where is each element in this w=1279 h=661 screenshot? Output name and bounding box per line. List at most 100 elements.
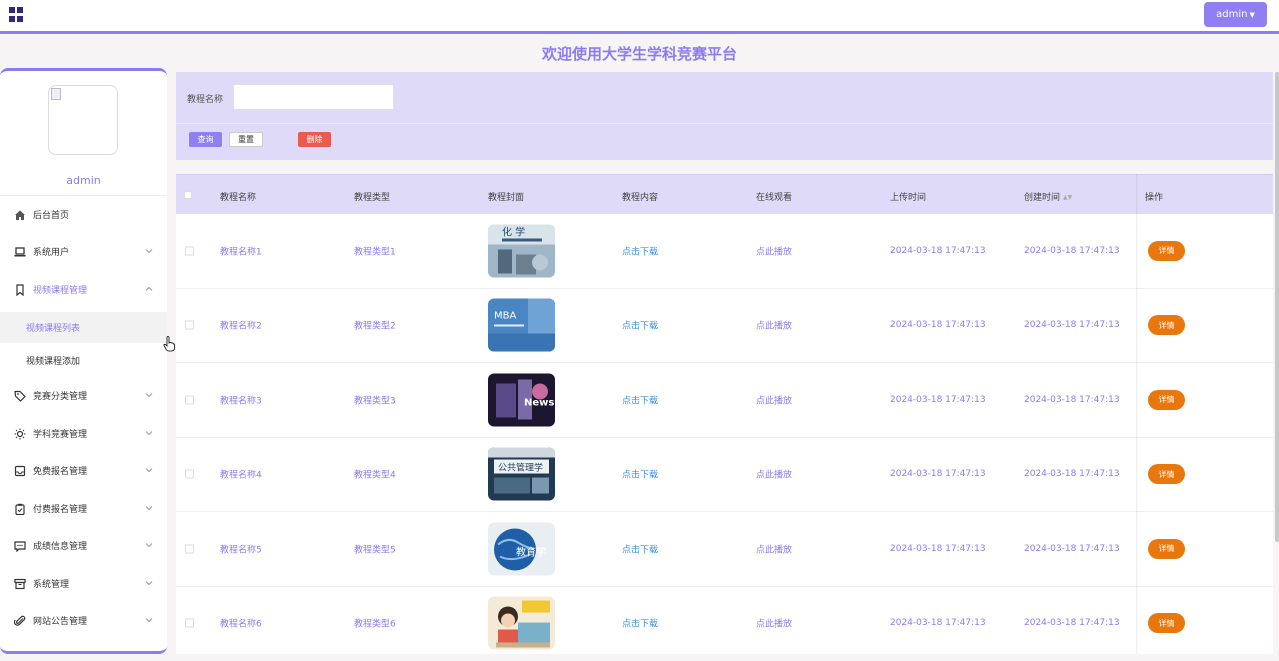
detail-button[interactable]: 详情 [1148, 315, 1185, 336]
cell-create-time: 2024-03-18 17:47:13 [1024, 469, 1120, 480]
header-tutorial-content: 教程内容 [622, 193, 659, 203]
online-class-cover[interactable] [488, 596, 555, 650]
play-link[interactable]: 点此播放 [756, 542, 792, 555]
public-management-cover[interactable]: 公共管理学 [488, 447, 555, 501]
detail-button[interactable]: 详情 [1148, 538, 1185, 559]
sidebar-item-label: 系统管理 [33, 580, 70, 590]
reset-button[interactable]: 重置 [229, 132, 263, 147]
cell-name: 教程名称4 [220, 470, 262, 481]
search-panel: 教程名称 查询 重置 删除 [176, 72, 1273, 160]
download-link[interactable]: 点击下载 [622, 468, 658, 481]
table-row: 教程名称1 教程类型1 化 学 点击下载 点此播放 2024-03-18 17:… [176, 214, 1273, 289]
user-menu-button[interactable]: admin ▼ [1204, 2, 1267, 27]
cell-upload-time: 2024-03-18 17:47:13 [890, 469, 986, 480]
cell-upload-time: 2024-03-18 17:47:13 [890, 394, 986, 405]
sidebar-item-label: 视频课程管理 [33, 286, 88, 296]
cell-type: 教程类型4 [354, 470, 396, 481]
avatar [48, 85, 118, 155]
detail-button[interactable]: 详情 [1148, 240, 1185, 261]
search-divider [176, 123, 1273, 124]
chevron-down-icon [145, 431, 153, 436]
tag-icon [14, 390, 26, 402]
download-link[interactable]: 点击下载 [622, 393, 658, 406]
sidebar-item-subject-competitions[interactable]: 学科竞赛管理 [0, 415, 167, 452]
sidebar-item-competition-categories[interactable]: 竞赛分类管理 [0, 377, 167, 414]
detail-button[interactable]: 详情 [1148, 389, 1185, 410]
cell-create-time: 2024-03-18 17:47:13 [1024, 618, 1120, 629]
download-link[interactable]: 点击下载 [622, 542, 658, 555]
download-link[interactable]: 点击下载 [622, 617, 658, 630]
play-link[interactable]: 点此播放 [756, 244, 792, 257]
cell-type: 教程类型3 [354, 396, 396, 407]
chevron-down-icon [145, 543, 153, 548]
news-cover[interactable]: News [488, 373, 555, 427]
chevron-down-icon: ▼ [1249, 10, 1255, 19]
sidebar-item-paid-registration[interactable]: 付费报名管理 [0, 490, 167, 527]
query-button[interactable]: 查询 [189, 132, 222, 147]
sidebar-item-label: 后台首页 [33, 211, 70, 221]
chevron-down-icon [145, 618, 153, 623]
user-menu-label: admin [1216, 9, 1248, 20]
hand-cursor-icon [163, 336, 175, 352]
cell-create-time: 2024-03-18 17:47:13 [1024, 394, 1120, 405]
scrollbar-thumb[interactable] [1275, 72, 1279, 542]
mba-cover[interactable]: MBA [488, 298, 555, 352]
sidebar-item-label: 竞赛分类管理 [33, 392, 88, 402]
sidebar-item-system-management[interactable]: 系统管理 [0, 565, 167, 602]
page-title: 欢迎使用大学生学科竞赛平台 [541, 45, 737, 63]
sidebar-item-video-courses[interactable]: 视频课程管理 [0, 271, 167, 308]
download-link[interactable]: 点击下载 [622, 319, 658, 332]
sidebar-item-home[interactable]: 后台首页 [0, 196, 167, 233]
header-tutorial-name: 教程名称 [220, 193, 257, 203]
table-row: 教程名称2 教程类型2 MBA 点击下载 点此播放 2024-03-18 17:… [176, 289, 1273, 363]
header-actions: 操作 [1145, 193, 1164, 203]
header-online-watch: 在线观看 [756, 193, 793, 203]
play-link[interactable]: 点此播放 [756, 393, 792, 406]
row-checkbox[interactable] [185, 246, 194, 256]
chevron-up-icon [145, 286, 153, 291]
delete-button[interactable]: 删除 [298, 132, 331, 147]
chevron-down-icon [145, 506, 153, 511]
row-checkbox[interactable] [185, 544, 194, 554]
row-checkbox[interactable] [185, 320, 194, 330]
chemistry-book-cover[interactable]: 化 学 [488, 224, 555, 278]
cell-upload-time: 2024-03-18 17:47:13 [890, 320, 986, 331]
row-checkbox[interactable] [185, 395, 194, 405]
clipboard-icon [14, 503, 26, 515]
svg-text:MBA: MBA [494, 311, 516, 322]
select-all-checkbox[interactable] [184, 191, 192, 199]
sidebar-subitem-video-add[interactable]: 视频课程添加 [0, 345, 167, 376]
cell-name: 教程名称6 [220, 619, 262, 630]
sidebar-item-label: 网站公告管理 [33, 617, 88, 627]
row-checkbox[interactable] [185, 618, 194, 628]
sidebar-item-score-info[interactable]: 成绩信息管理 [0, 527, 167, 564]
svg-text:公共管理学: 公共管理学 [498, 462, 543, 474]
play-link[interactable]: 点此播放 [756, 468, 792, 481]
cell-name: 教程名称2 [220, 321, 262, 332]
detail-button[interactable]: 详情 [1148, 464, 1185, 485]
cell-create-time: 2024-03-18 17:47:13 [1024, 320, 1120, 331]
header-create-time-sortable[interactable]: 创建时间 ▲▼ [1024, 190, 1072, 203]
sort-icon[interactable]: ▲▼ [1063, 194, 1072, 201]
play-link[interactable]: 点此播放 [756, 617, 792, 630]
sidebar-item-system-users[interactable]: 系统用户 [0, 233, 167, 270]
grid-menu-icon[interactable] [9, 7, 24, 22]
sidebar-item-free-registration[interactable]: 免费报名管理 [0, 452, 167, 489]
tutorial-name-search-input[interactable] [233, 84, 394, 110]
row-checkbox[interactable] [185, 469, 194, 479]
page-scrollbar[interactable] [1273, 72, 1279, 661]
cell-upload-time: 2024-03-18 17:47:13 [890, 618, 986, 629]
fixed-column-shadow [1136, 174, 1138, 654]
sidebar-subitem-video-list[interactable]: 视频课程列表 [0, 312, 167, 343]
detail-button[interactable]: 详情 [1148, 613, 1185, 634]
globe-education-cover[interactable]: 教育学 [488, 522, 555, 576]
svg-text:教育学: 教育学 [516, 545, 546, 558]
search-label: 教程名称 [187, 95, 224, 105]
sidebar-item-label: 学科竞赛管理 [33, 430, 88, 440]
cell-upload-time: 2024-03-18 17:47:13 [890, 245, 986, 256]
cell-create-time: 2024-03-18 17:47:13 [1024, 245, 1120, 256]
inbox-icon [14, 465, 26, 477]
sidebar-item-site-announcements[interactable]: 网站公告管理 [0, 602, 167, 639]
play-link[interactable]: 点此播放 [756, 319, 792, 332]
download-link[interactable]: 点击下载 [622, 244, 658, 257]
